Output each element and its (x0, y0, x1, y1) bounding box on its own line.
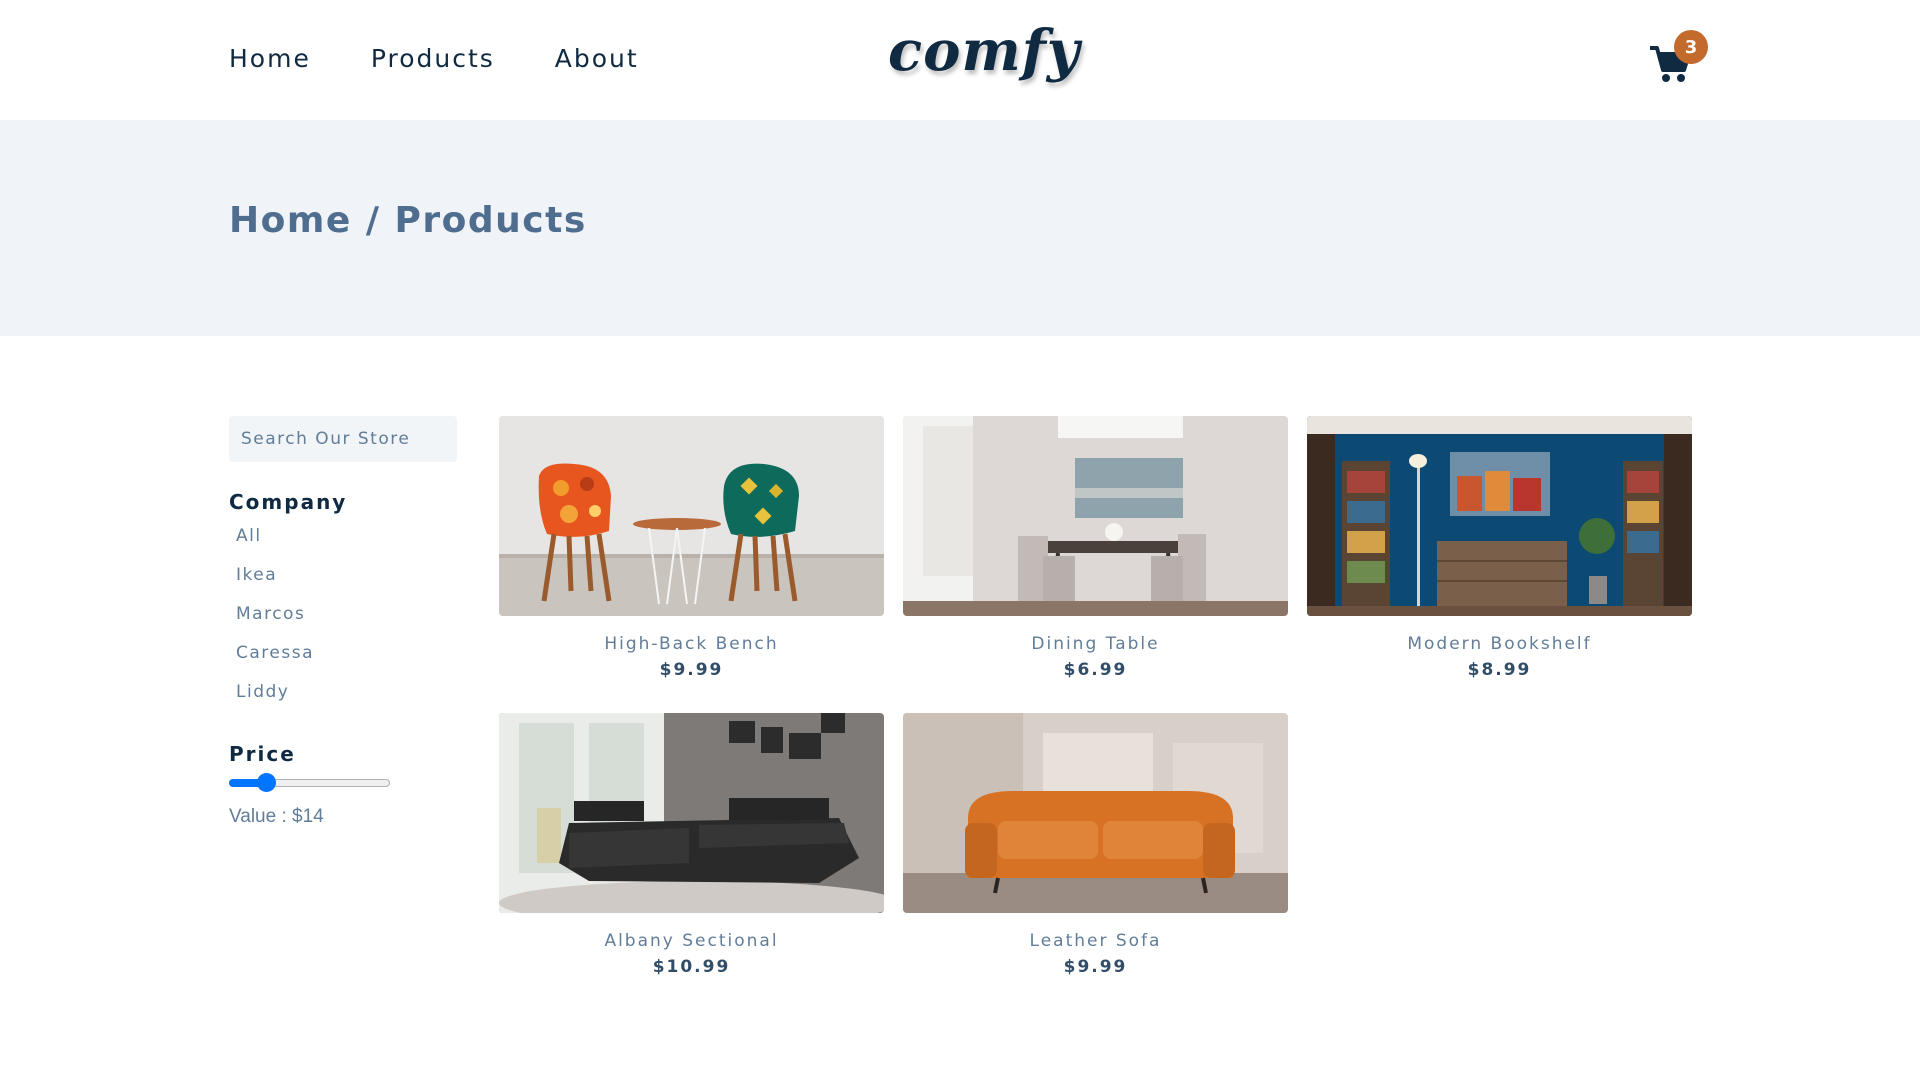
product-name: Dining Table (1031, 634, 1160, 654)
logo[interactable]: comfy (888, 18, 1080, 84)
price-slider-thumb[interactable] (257, 773, 277, 792)
company-list: All Ikea Marcos Caressa Liddy (236, 526, 314, 721)
company-filter-liddy[interactable]: Liddy (236, 682, 314, 721)
product-card[interactable]: High-Back Bench $9.99 (499, 416, 884, 680)
product-card[interactable]: Dining Table $6.99 (903, 416, 1288, 680)
product-price: $9.99 (659, 660, 724, 680)
product-image-dining-table[interactable] (903, 416, 1288, 616)
search-input[interactable] (229, 416, 457, 462)
navbar: Home Products About comfy 3 (0, 0, 1920, 120)
company-filter-caressa[interactable]: Caressa (236, 643, 314, 682)
product-image-sectional[interactable] (499, 713, 884, 913)
product-card[interactable]: Modern Bookshelf $8.99 (1307, 416, 1692, 680)
product-price: $10.99 (652, 957, 731, 977)
page-hero: Home / Products (0, 120, 1920, 336)
price-value: Value : $14 (229, 806, 324, 827)
company-filter-all[interactable]: All (236, 526, 314, 565)
product-name: Albany Sectional (604, 931, 779, 951)
product-price: $9.99 (1063, 957, 1128, 977)
product-price: $6.99 (1063, 660, 1128, 680)
product-card[interactable]: Albany Sectional $10.99 (499, 713, 884, 977)
nav-link-products[interactable]: Products (371, 44, 495, 73)
company-filter-marcos[interactable]: Marcos (236, 604, 314, 643)
nav-link-home[interactable]: Home (229, 44, 311, 73)
product-card[interactable]: Leather Sofa $9.99 (903, 713, 1288, 977)
product-image-bookshelf[interactable] (1307, 416, 1692, 616)
nav-link-about[interactable]: About (555, 44, 639, 73)
product-price: $8.99 (1467, 660, 1532, 680)
product-name: High-Back Bench (604, 634, 779, 654)
nav-links: Home Products About (229, 44, 639, 73)
product-image-chairs[interactable] (499, 416, 884, 616)
product-name: Leather Sofa (1029, 931, 1162, 951)
price-slider[interactable] (229, 773, 390, 792)
company-filter-title: Company (229, 490, 348, 514)
product-image-leather-sofa[interactable] (903, 713, 1288, 913)
price-filter-title: Price (229, 742, 296, 766)
product-name: Modern Bookshelf (1407, 634, 1592, 654)
breadcrumb: Home / Products (229, 200, 587, 241)
cart-count-badge: 3 (1674, 30, 1708, 64)
company-filter-ikea[interactable]: Ikea (236, 565, 314, 604)
